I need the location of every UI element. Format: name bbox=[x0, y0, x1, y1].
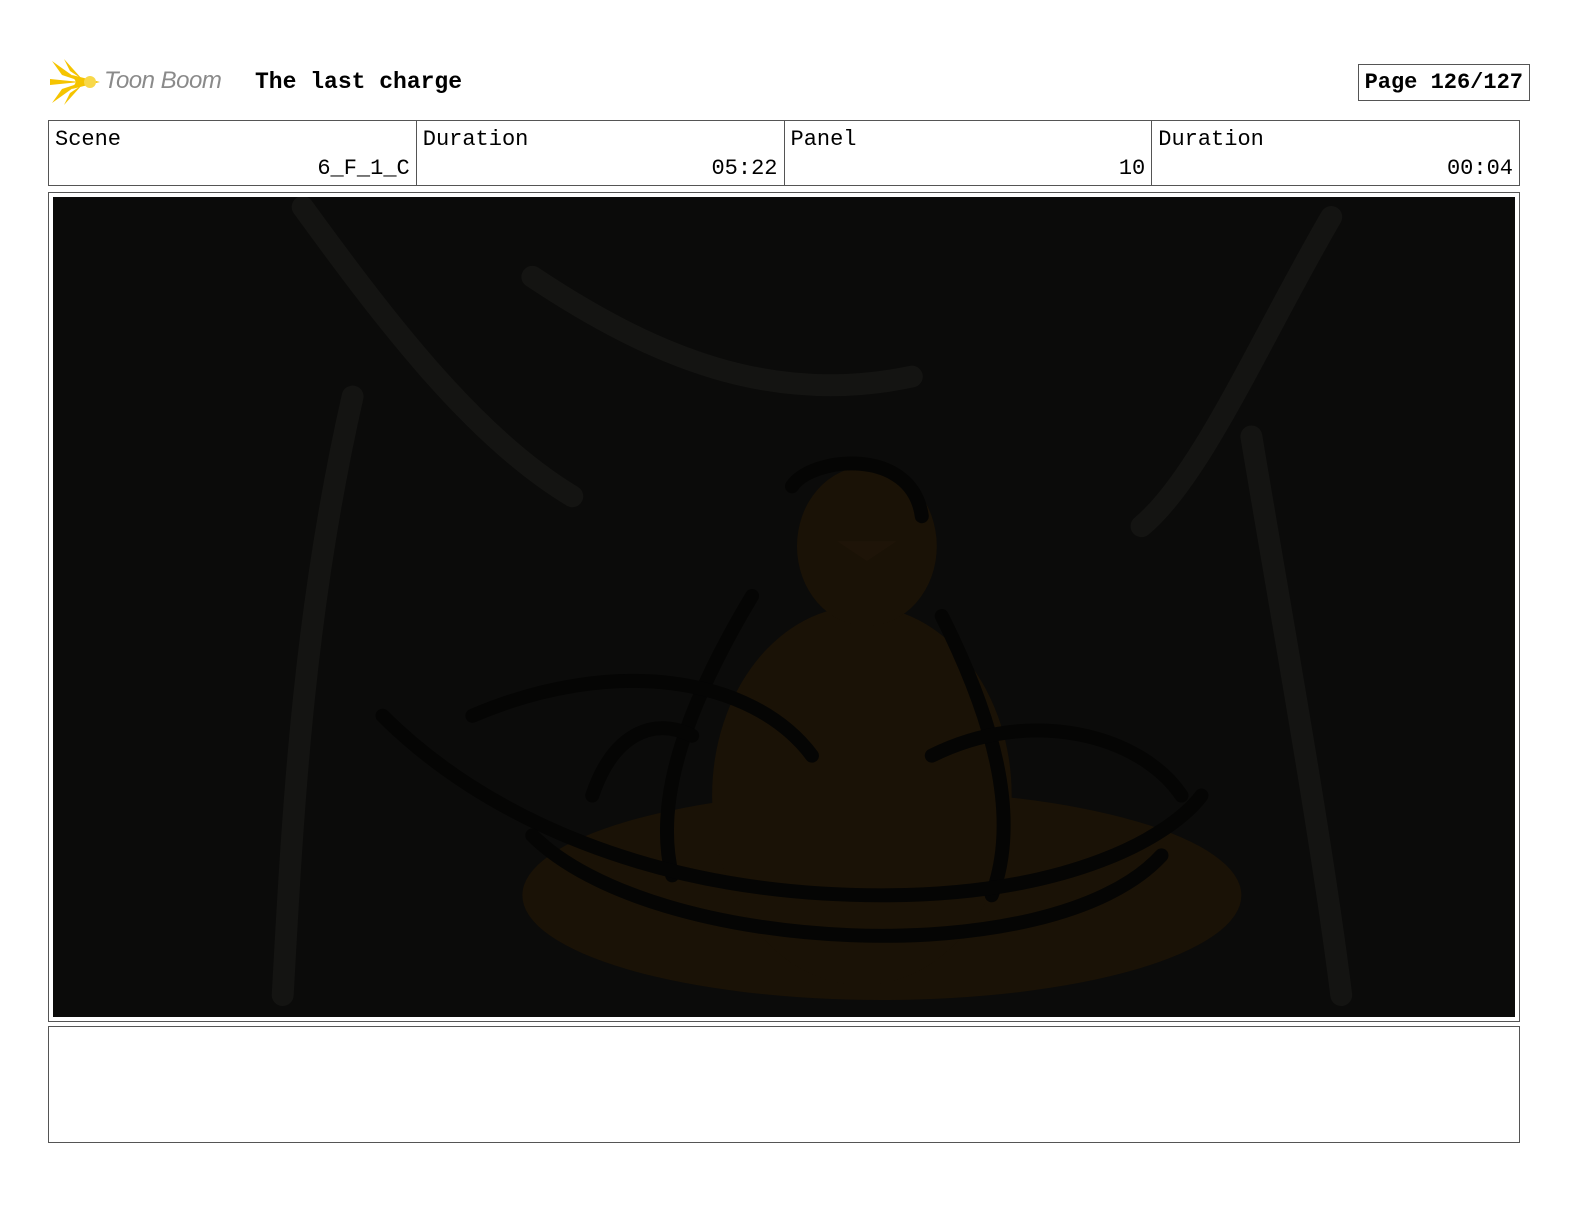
sketch-drawing bbox=[53, 197, 1515, 1017]
panel-notes-box bbox=[48, 1026, 1520, 1143]
toon-boom-logo: Toon Boom bbox=[50, 57, 240, 107]
scene-duration-value: 05:22 bbox=[711, 156, 778, 181]
scene-info-table: Scene 6_F_1_C Duration 05:22 Panel 10 Du… bbox=[48, 120, 1520, 186]
storyboard-sketch-image bbox=[53, 197, 1515, 1017]
scene-duration-cell: Duration 05:22 bbox=[417, 121, 785, 185]
project-title: The last charge bbox=[255, 69, 463, 95]
panel-label: Panel bbox=[790, 127, 857, 152]
scene-cell: Scene 6_F_1_C bbox=[49, 121, 417, 185]
panel-value: 10 bbox=[1118, 156, 1146, 181]
scene-value: 6_F_1_C bbox=[317, 156, 410, 181]
scene-duration-label: Duration bbox=[422, 127, 529, 152]
starburst-icon bbox=[50, 59, 100, 105]
page-number: Page 126/127 bbox=[1357, 64, 1530, 101]
panel-cell: Panel 10 bbox=[785, 121, 1153, 185]
panel-duration-value: 00:04 bbox=[1446, 156, 1513, 181]
storyboard-header: Toon Boom The last charge Page 126/127 bbox=[50, 55, 1540, 110]
panel-duration-label: Duration bbox=[1158, 127, 1264, 152]
panel-frame bbox=[48, 192, 1520, 1022]
logo-text: Toon Boom bbox=[104, 67, 222, 94]
scene-label: Scene bbox=[55, 127, 122, 152]
panel-duration-cell: Duration 00:04 bbox=[1152, 121, 1519, 185]
